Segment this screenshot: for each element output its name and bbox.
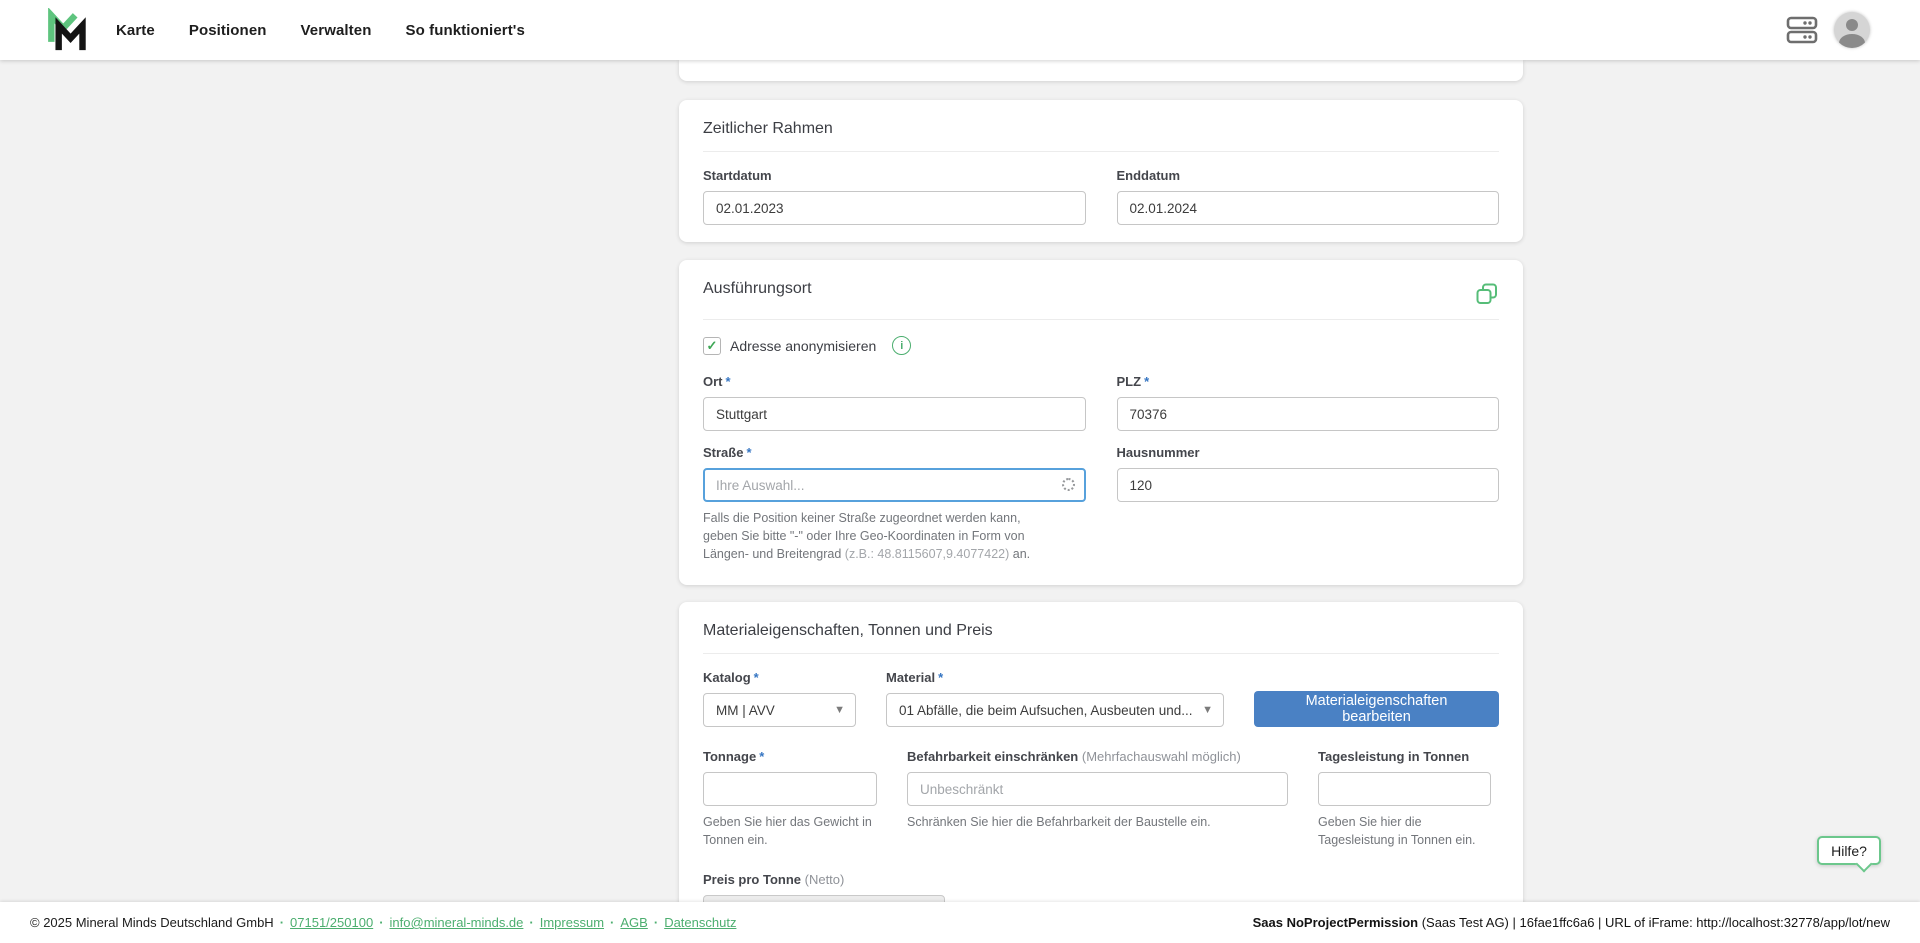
section-ausfuehrungsort: Ausführungsort ✓ Adresse anonymisieren i… xyxy=(679,260,1523,585)
tagesleistung-label: Tagesleistung in Tonnen xyxy=(1318,749,1491,764)
loading-spinner-icon xyxy=(1062,478,1075,491)
enddatum-input[interactable] xyxy=(1117,191,1500,225)
adresse-anonymisieren-label: Adresse anonymisieren xyxy=(730,338,876,354)
section-zeitlicher-rahmen: Zeitlicher Rahmen Startdatum Enddatum xyxy=(679,100,1523,242)
befahrbarkeit-label: Befahrbarkeit einschränken (Mehrfachausw… xyxy=(907,749,1288,764)
katalog-select[interactable]: MM | AVV ▼ xyxy=(703,693,856,727)
material-field: Material* 01 Abfälle, die beim Aufsuchen… xyxy=(886,670,1224,727)
material-select[interactable]: 01 Abfälle, die beim Aufsuchen, Ausbeute… xyxy=(886,693,1224,727)
strasse-field: Straße* Falls die Position keiner Straße… xyxy=(703,445,1086,563)
required-asterisk: * xyxy=(938,670,943,685)
strasse-input[interactable] xyxy=(703,468,1086,502)
adresse-anonymisieren-checkbox[interactable]: ✓ xyxy=(703,337,721,355)
hausnummer-field: Hausnummer xyxy=(1117,445,1500,563)
strasse-help-text: Falls die Position keiner Straße zugeord… xyxy=(703,510,1055,563)
topbar-right-actions xyxy=(1786,12,1920,48)
page-footer: © 2025 Mineral Minds Deutschland GmbH · … xyxy=(0,902,1920,943)
required-asterisk: * xyxy=(759,749,764,764)
section-title: Ausführungsort xyxy=(703,280,812,298)
footer-link-phone[interactable]: 07151/250100 xyxy=(290,915,373,930)
footer-link-email[interactable]: info@mineral-minds.de xyxy=(390,915,524,930)
avatar-head-icon xyxy=(1846,19,1858,31)
tagesleistung-help-text: Geben Sie hier die Tagesleistung in Tonn… xyxy=(1318,814,1491,850)
tagesleistung-field: Tagesleistung in Tonnen Geben Sie hier d… xyxy=(1318,749,1491,850)
footer-link-agb[interactable]: AGB xyxy=(620,915,647,930)
tonnage-help-text: Geben Sie hier das Gewicht in Tonnen ein… xyxy=(703,814,877,850)
section-divider xyxy=(703,319,1499,320)
material-label: Material* xyxy=(886,670,1224,685)
plz-input[interactable] xyxy=(1117,397,1500,431)
section-divider xyxy=(703,151,1499,152)
tonnage-field: Tonnage* Geben Sie hier das Gewicht in T… xyxy=(703,749,877,850)
hausnummer-input[interactable] xyxy=(1117,468,1500,502)
tagesleistung-input[interactable] xyxy=(1318,772,1491,806)
footer-environment-info: Saas NoProjectPermission (Saas Test AG) … xyxy=(1253,915,1890,930)
ort-input[interactable] xyxy=(703,397,1086,431)
materialeigenschaften-bearbeiten-button[interactable]: Materialeigenschaften bearbeiten xyxy=(1254,691,1499,727)
startdatum-input[interactable] xyxy=(703,191,1086,225)
mineral-minds-logo-icon[interactable] xyxy=(44,8,88,52)
katalog-field: Katalog* MM | AVV ▼ xyxy=(703,670,856,727)
ort-label: Ort* xyxy=(703,374,1086,389)
section-divider xyxy=(703,653,1499,654)
strasse-label: Straße* xyxy=(703,445,1086,460)
nav-item-positionen[interactable]: Positionen xyxy=(187,16,269,45)
previous-section-card-partial xyxy=(679,60,1523,81)
befahrbarkeit-help-text: Schränken Sie hier die Befahrbarkeit der… xyxy=(907,814,1288,832)
required-asterisk: * xyxy=(1144,374,1149,389)
required-asterisk: * xyxy=(746,445,751,460)
required-asterisk: * xyxy=(726,374,731,389)
ort-field: Ort* xyxy=(703,374,1086,431)
hilfe-button[interactable]: Hilfe? xyxy=(1817,836,1881,865)
top-navigation-bar: Karte Positionen Verwalten So funktionie… xyxy=(0,0,1920,60)
preis-pro-tonne-label: Preis pro Tonne (Netto) xyxy=(703,872,945,887)
section-materialeigenschaften: Materialeigenschaften, Tonnen und Preis … xyxy=(679,602,1523,943)
katalog-label: Katalog* xyxy=(703,670,856,685)
befahrbarkeit-input[interactable] xyxy=(907,772,1288,806)
enddatum-label: Enddatum xyxy=(1117,168,1500,183)
startdatum-field: Startdatum xyxy=(703,168,1086,225)
card-reader-icon[interactable] xyxy=(1786,16,1818,44)
nav-item-verwalten[interactable]: Verwalten xyxy=(299,16,374,45)
checkmark-icon: ✓ xyxy=(707,338,718,354)
footer-legal: © 2025 Mineral Minds Deutschland GmbH · … xyxy=(30,915,736,930)
section-title: Zeitlicher Rahmen xyxy=(703,120,1499,138)
user-avatar[interactable] xyxy=(1834,12,1870,48)
required-asterisk: * xyxy=(754,670,759,685)
befahrbarkeit-field: Befahrbarkeit einschränken (Mehrfachausw… xyxy=(907,749,1288,850)
info-icon[interactable]: i xyxy=(892,336,911,355)
footer-link-impressum[interactable]: Impressum xyxy=(540,915,604,930)
copy-icon[interactable] xyxy=(1475,282,1499,306)
startdatum-label: Startdatum xyxy=(703,168,1086,183)
footer-link-datenschutz[interactable]: Datenschutz xyxy=(664,915,736,930)
main-nav: Karte Positionen Verwalten So funktionie… xyxy=(114,16,527,45)
nav-item-so-funktionierts[interactable]: So funktioniert's xyxy=(403,16,526,45)
plz-field: PLZ* xyxy=(1117,374,1500,431)
plz-label: PLZ* xyxy=(1117,374,1500,389)
chevron-down-icon: ▼ xyxy=(1202,704,1213,716)
nav-item-karte[interactable]: Karte xyxy=(114,16,157,45)
copyright-text: © 2025 Mineral Minds Deutschland GmbH xyxy=(30,915,274,930)
tonnage-input[interactable] xyxy=(703,772,877,806)
chevron-down-icon: ▼ xyxy=(834,704,845,716)
section-title: Materialeigenschaften, Tonnen und Preis xyxy=(703,622,1499,640)
enddatum-field: Enddatum xyxy=(1117,168,1500,225)
tonnage-label: Tonnage* xyxy=(703,749,877,764)
hausnummer-label: Hausnummer xyxy=(1117,445,1500,460)
avatar-body-icon xyxy=(1839,34,1865,48)
